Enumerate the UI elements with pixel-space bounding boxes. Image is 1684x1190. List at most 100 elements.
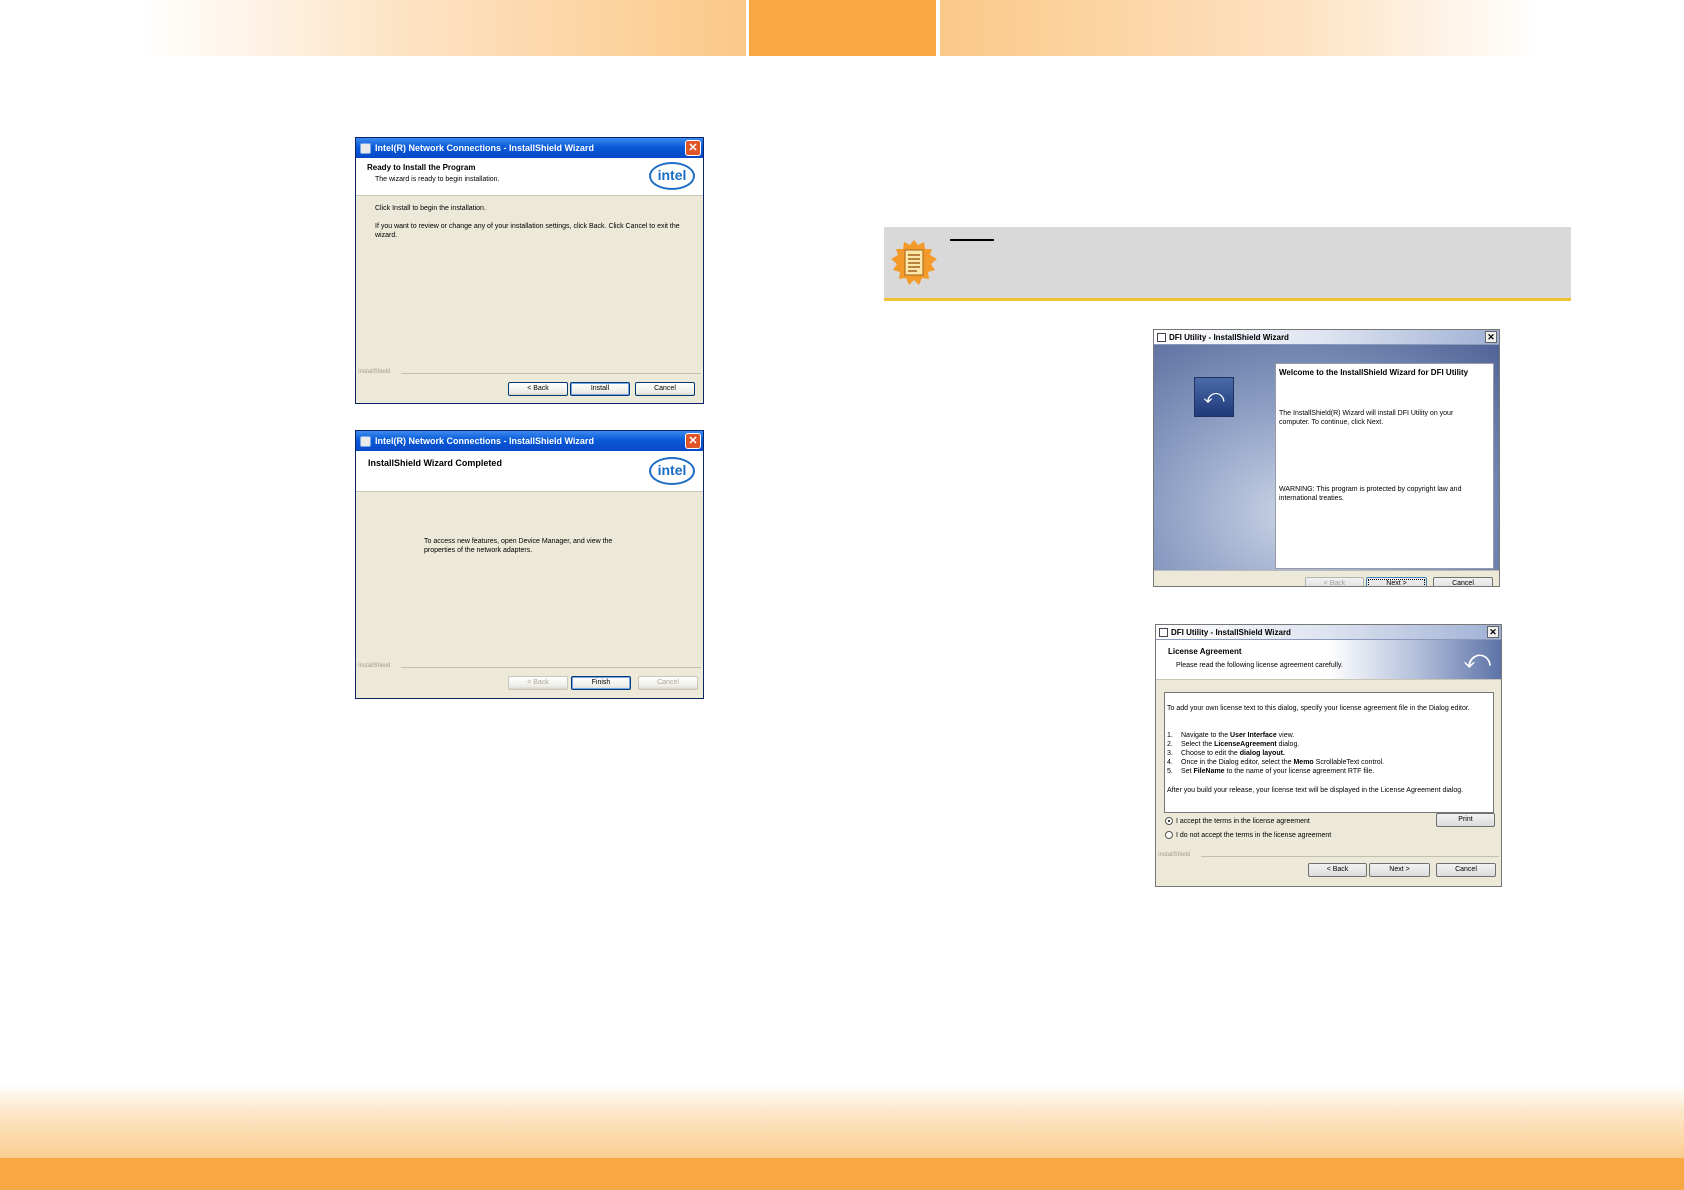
installshield-logo-icon: ⤺ (1194, 377, 1234, 417)
back-button[interactable]: < Back (1305, 577, 1364, 586)
footer-bar (0, 1158, 1684, 1190)
step-text: Set (1181, 768, 1194, 775)
step-number: 4. (1167, 759, 1173, 766)
step-number: 2. (1167, 741, 1173, 748)
banner: Ready to Install the Program The wizard … (356, 158, 703, 196)
close-button[interactable]: ✕ (685, 433, 701, 449)
license-outro: After you build your release, your licen… (1167, 787, 1464, 794)
window-title: DFI Utility - InstallShield Wizard (1169, 332, 1289, 342)
cancel-button[interactable]: Cancel (1433, 577, 1493, 586)
title-bar: DFI Utility - InstallShield Wizard ✕ (1156, 625, 1501, 640)
accept-label[interactable]: I accept the terms in the license agreem… (1176, 817, 1376, 826)
step-number: 3. (1167, 750, 1173, 757)
installshield-brand: InstallShield (1158, 852, 1191, 858)
banner: License Agreement Please read the follow… (1156, 640, 1501, 680)
intel-logo: intel (649, 162, 695, 190)
footer-gradient (0, 1085, 1684, 1158)
step-text: ScrollableText control. (1313, 759, 1385, 766)
note-icon (891, 240, 937, 285)
close-button[interactable]: ✕ (1487, 626, 1499, 638)
banner-subtitle: Please read the following license agreem… (1176, 662, 1343, 669)
banner-title: InstallShield Wizard Completed (368, 458, 502, 468)
cancel-button[interactable]: Cancel (635, 382, 695, 396)
license-text-area[interactable]: To add your own license text to this dia… (1164, 692, 1494, 813)
divider (401, 373, 701, 374)
body-line-1: Click Install to begin the installation. (375, 205, 486, 212)
installshield-brand: InstallShield (358, 369, 391, 375)
body-line-2: If you want to review or change any of y… (375, 223, 680, 239)
banner-title: License Agreement (1168, 647, 1242, 656)
license-step: 5. Set FileName to the name of your licen… (1167, 767, 1492, 776)
step-text: view. (1276, 732, 1295, 739)
welcome-heading: Welcome to the InstallShield Wizard for … (1279, 368, 1469, 377)
step-number: 5. (1167, 768, 1173, 775)
banner-subtitle: The wizard is ready to begin installatio… (375, 176, 500, 183)
accept-radio[interactable] (1165, 817, 1173, 825)
step-keyword: dialog layout. (1239, 750, 1285, 757)
welcome-warning: WARNING: This program is protected by co… (1279, 486, 1462, 502)
back-button[interactable]: < Back (1308, 863, 1367, 877)
install-button[interactable]: Install (570, 382, 630, 396)
banner: InstallShield Wizard Completed intel (356, 451, 703, 492)
close-button[interactable]: ✕ (1485, 331, 1497, 343)
window-title: Intel(R) Network Connections - InstallSh… (375, 143, 594, 153)
intel-ready-dialog: Intel(R) Network Connections - InstallSh… (355, 137, 704, 404)
window-title: DFI Utility - InstallShield Wizard (1171, 627, 1291, 637)
license-step: 2. Select the LicenseAgreement dialog. (1167, 740, 1492, 749)
close-button[interactable]: ✕ (685, 140, 701, 156)
welcome-panel: Welcome to the InstallShield Wizard for … (1275, 363, 1494, 569)
next-button[interactable]: Next > (1366, 577, 1427, 586)
window-title: Intel(R) Network Connections - InstallSh… (375, 436, 594, 446)
note-box (884, 227, 1571, 301)
divider (1201, 856, 1499, 857)
header-band-left (140, 0, 746, 56)
cancel-button[interactable]: Cancel (1436, 863, 1496, 877)
welcome-body: The InstallShield(R) Wizard will install… (1279, 410, 1454, 426)
intel-logo: intel (649, 457, 695, 485)
step-text: Navigate to the (1181, 732, 1231, 739)
license-intro: To add your own license text to this dia… (1167, 705, 1470, 712)
body-text: To access new features, open Device Mana… (424, 538, 613, 554)
step-text: to the name of your license agreement RT… (1224, 768, 1375, 775)
banner-title: Ready to Install the Program (367, 163, 476, 172)
next-button[interactable]: Next > (1369, 863, 1430, 877)
installshield-brand: InstallShield (358, 663, 391, 669)
step-text: Once in the Dialog editor, select the (1181, 759, 1294, 766)
installer-icon (360, 435, 371, 447)
step-keyword: LicenseAgreement (1214, 741, 1277, 748)
finish-button[interactable]: Finish (571, 676, 631, 690)
decline-label[interactable]: I do not accept the terms in the license… (1176, 831, 1386, 840)
title-bar: Intel(R) Network Connections - InstallSh… (356, 138, 703, 158)
header-band-right (940, 0, 1540, 56)
title-bar: DFI Utility - InstallShield Wizard ✕ (1154, 330, 1499, 345)
manual-page: Intel(R) Network Connections - InstallSh… (0, 0, 1684, 1190)
step-number: 1. (1167, 732, 1173, 739)
back-button[interactable]: < Back (508, 382, 568, 396)
step-keyword: User Interface (1230, 732, 1277, 739)
installer-icon (1159, 627, 1168, 637)
installshield-logo-icon: ⤺ (1463, 644, 1491, 674)
license-step: 1. Navigate to the User Interface view. (1167, 731, 1492, 740)
title-bar: Intel(R) Network Connections - InstallSh… (356, 431, 703, 451)
note-label-rule (950, 239, 994, 241)
dfi-license-dialog: DFI Utility - InstallShield Wizard ✕ Lic… (1155, 624, 1502, 887)
dfi-welcome-dialog: DFI Utility - InstallShield Wizard ✕ ⤺ W… (1153, 329, 1500, 587)
installer-icon (1157, 332, 1166, 342)
header-band-center (749, 0, 936, 56)
button-area: < Back Next > Cancel (1154, 570, 1499, 586)
decline-radio[interactable] (1165, 831, 1173, 839)
back-button[interactable]: < Back (508, 676, 568, 690)
license-step: 3. Choose to edit the dialog layout. (1167, 749, 1492, 758)
step-keyword: FileName (1193, 768, 1225, 775)
installer-icon (360, 142, 371, 154)
divider (401, 667, 701, 668)
license-steps: 1. Navigate to the User Interface view. 2.… (1167, 731, 1492, 776)
wizard-side-graphic: ⤺ Welcome to the InstallShield Wizard fo… (1154, 345, 1499, 570)
step-text: Choose to edit the (1181, 750, 1240, 757)
step-keyword: Memo (1293, 759, 1314, 766)
step-text: dialog. (1276, 741, 1300, 748)
license-step: 4. Once in the Dialog editor, select the … (1167, 758, 1492, 767)
cancel-button[interactable]: Cancel (638, 676, 698, 690)
intel-complete-dialog: Intel(R) Network Connections - InstallSh… (355, 430, 704, 699)
print-button[interactable]: Print (1436, 813, 1495, 827)
